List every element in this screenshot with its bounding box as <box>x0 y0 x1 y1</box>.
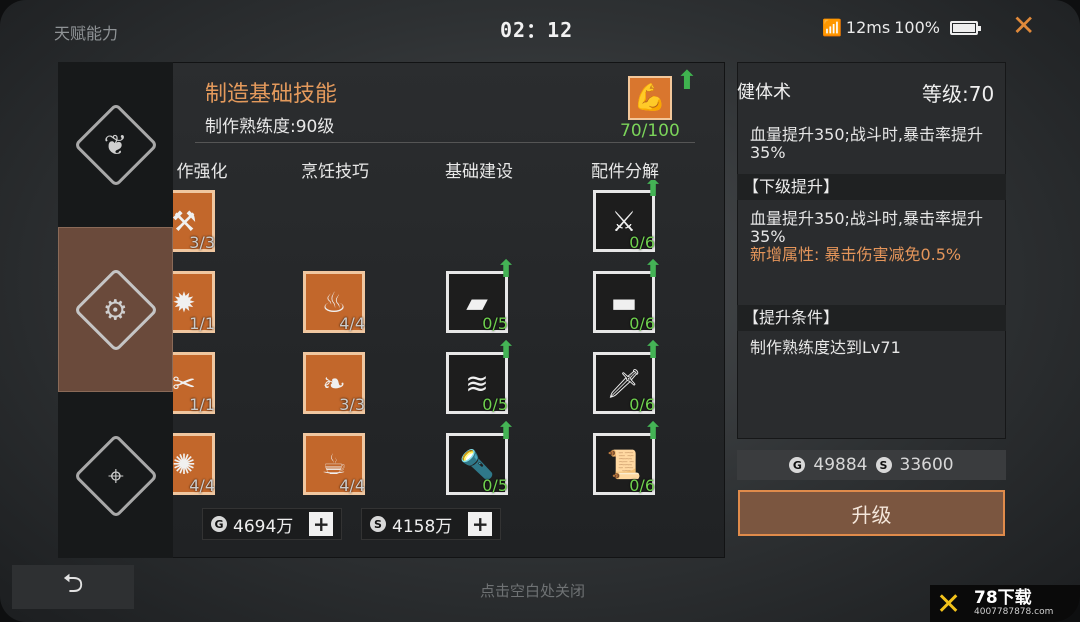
next-effect: 血量提升350;战斗时,暴击率提升35% <box>750 209 984 246</box>
upgrade-arrow-icon: ⬆ <box>642 336 663 364</box>
skill-node[interactable]: 🗡 0/6 ⬆ <box>593 338 663 420</box>
skill-count: 3/3 <box>189 233 215 252</box>
skill-node[interactable]: ❧ 3/3 <box>303 352 371 420</box>
skill-node[interactable]: ✹ 1/1 <box>173 271 221 339</box>
tab-crafting[interactable]: ⚙ <box>58 227 173 392</box>
close-hint[interactable]: 点击空白处关闭 <box>480 580 585 601</box>
tab-combat[interactable]: ⌖ <box>58 393 173 558</box>
skill-node[interactable]: ☕ 4/4 <box>303 433 371 501</box>
skill-count: 3/3 <box>339 395 365 414</box>
skill-node[interactable]: ⚔ 0/6 ⬆ <box>593 180 663 258</box>
upgrade-arrow-icon: ⬆ <box>676 66 698 96</box>
clock: 02：12 <box>500 18 574 42</box>
gun-emblem-icon: ⌖ <box>73 433 158 518</box>
silver-amount: 4158万 <box>392 516 453 537</box>
skill-count: 0/6 <box>629 233 655 252</box>
gold-coin-icon: G <box>211 516 227 532</box>
skill-count: 4/4 <box>189 476 215 495</box>
silver-cost: 33600 <box>899 455 954 475</box>
skill-count: 1/1 <box>189 314 215 333</box>
gear-wrench-emblem-icon: ⚙ <box>73 267 158 352</box>
skill-count: 0/6 <box>629 314 655 333</box>
skill-count: 4/4 <box>339 476 365 495</box>
next-level-header: 【下级提升】 <box>737 174 1006 200</box>
skill-node[interactable]: 📜 0/6 ⬆ <box>593 419 663 501</box>
skill-node[interactable]: ▬ 0/6 ⬆ <box>593 257 663 339</box>
proficiency-label: 制作熟练度:90级 <box>205 117 335 137</box>
requirement-text: 制作熟练度达到Lv71 <box>750 338 901 357</box>
skill-count: 0/5 <box>482 395 508 414</box>
status-bar: 📶 12ms 100% <box>822 18 981 37</box>
skill-node[interactable]: ≋ 0/5 ⬆ <box>446 338 516 420</box>
silver-currency: S 4158万 + <box>361 508 502 540</box>
upgrade-arrow-icon: ⬆ <box>642 255 663 283</box>
silver-coin-icon: S <box>370 516 386 532</box>
battery-icon <box>949 20 981 35</box>
skill-node[interactable]: ✂ 1/1 <box>173 352 221 420</box>
screen-title: 天赋能力 <box>54 24 119 43</box>
proficiency-progress: 70/100 <box>620 121 680 141</box>
watermark-logo-icon: ✕ <box>936 587 962 622</box>
skill-count: 0/6 <box>629 395 655 414</box>
latency-label: 12ms <box>845 18 891 37</box>
column-header: 作强化 <box>176 162 228 182</box>
add-silver-button[interactable]: + <box>468 512 493 536</box>
skill-node[interactable]: ▰ 0/5 ⬆ <box>446 257 516 339</box>
watermark-url: 4007787878.com <box>974 607 1054 617</box>
category-tabs: ❦ ⚙ ⌖ <box>58 62 173 558</box>
upgrade-arrow-icon: ⬆ <box>495 417 516 445</box>
skill-level: 等级:70 <box>922 82 995 106</box>
header-divider <box>195 142 695 143</box>
requirement-header: 【提升条件】 <box>737 305 1006 331</box>
close-icon[interactable]: ✕ <box>1012 12 1035 40</box>
upgrade-arrow-icon: ⬆ <box>495 336 516 364</box>
gold-amount: 4694万 <box>233 516 294 537</box>
wifi-icon: 📶 <box>822 18 842 37</box>
column-header: 配件分解 <box>591 162 659 182</box>
watermark-title: 78下载 <box>974 588 1032 608</box>
battery-label: 100% <box>894 18 940 37</box>
skill-tree-title: 制造基础技能 <box>205 82 338 107</box>
add-gold-button[interactable]: + <box>309 512 334 536</box>
skill-node[interactable]: ✺ 4/4 <box>173 433 221 501</box>
upgrade-arrow-icon: ⬆ <box>642 417 663 445</box>
current-effect: 血量提升350;战斗时,暴击率提升35% <box>750 125 984 162</box>
skill-count: 0/6 <box>629 476 655 495</box>
silver-coin-icon: S <box>875 457 892 473</box>
tab-survival[interactable]: ❦ <box>58 62 173 227</box>
skill-grid: ⚒ 3/3 ✹ 1/1 ✂ 1/1 ✺ 4/4 ♨ 4/4 ❧ 3/3 ☕ 4/… <box>173 180 725 510</box>
column-header: 基础建设 <box>445 162 513 182</box>
skill-node[interactable]: 🔦 0/5 ⬆ <box>446 419 516 501</box>
skill-node[interactable]: ♨ 4/4 <box>303 271 371 339</box>
skill-name: 健体术 <box>737 82 791 103</box>
gold-currency: G 4694万 + <box>202 508 343 540</box>
upgrade-cost: G 49884 S 33600 <box>737 450 1006 480</box>
back-arrow-icon[interactable]: ⮌ <box>12 565 134 609</box>
new-attribute: 新增属性: 暴击伤害减免0.5% <box>750 245 962 264</box>
game-screen: 天赋能力 02：12 📶 12ms 100% ✕ ❦ ⚙ ⌖ 制造基础技能 制作… <box>0 0 1080 622</box>
upgrade-arrow-icon: ⬆ <box>642 180 663 202</box>
column-header: 烹饪技巧 <box>301 162 369 182</box>
skill-count: 4/4 <box>339 314 365 333</box>
skill-count: 0/5 <box>482 476 508 495</box>
skill-node[interactable]: ⚒ 3/3 <box>173 190 221 258</box>
skill-count: 1/1 <box>189 395 215 414</box>
strongman-icon[interactable]: 💪 <box>628 76 672 120</box>
site-watermark: ✕ 78下载 4007787878.com <box>930 585 1080 622</box>
upgrade-button[interactable]: 升级 <box>738 490 1005 536</box>
upgrade-arrow-icon: ⬆ <box>495 255 516 283</box>
gold-cost: 49884 <box>813 455 868 475</box>
battery-fill <box>952 23 975 32</box>
skill-count: 0/5 <box>482 314 508 333</box>
gold-coin-icon: G <box>789 457 806 473</box>
